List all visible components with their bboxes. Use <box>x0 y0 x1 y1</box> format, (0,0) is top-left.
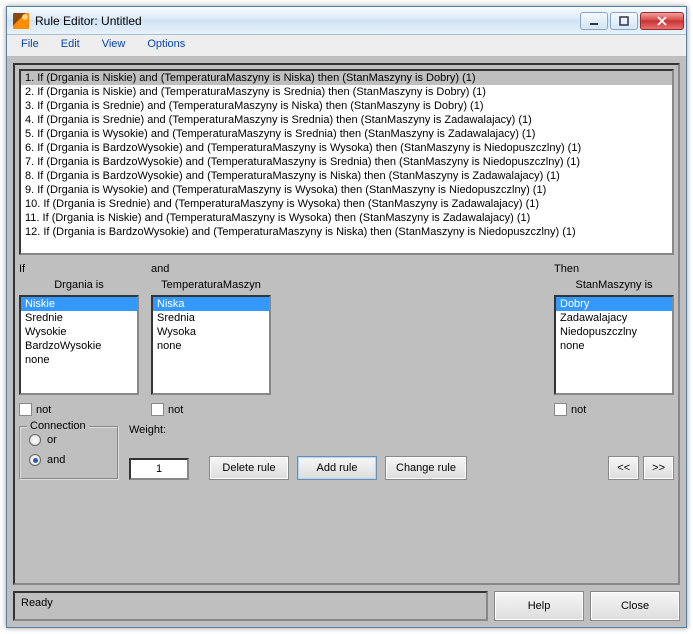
if-label: If <box>19 263 139 277</box>
maximize-icon <box>619 16 629 26</box>
maximize-button[interactable] <box>610 12 638 30</box>
client-area: 1. If (Drgania is Niskie) and (Temperatu… <box>7 57 686 627</box>
rule-item[interactable]: 12. If (Drgania is BardzoWysokie) and (T… <box>21 225 672 239</box>
then-label: Then <box>554 263 674 277</box>
connection-and-label: and <box>47 454 65 466</box>
weight-input[interactable]: 1 <box>129 458 189 480</box>
rule-item[interactable]: 4. If (Drgania is Srednie) and (Temperat… <box>21 113 672 127</box>
list-item[interactable]: none <box>21 353 137 367</box>
menu-edit[interactable]: Edit <box>51 35 90 56</box>
status-bar: Ready <box>13 591 488 621</box>
list-item[interactable]: BardzoWysokie <box>21 339 137 353</box>
window-title: Rule Editor: Untitled <box>35 14 580 28</box>
rule-item[interactable]: 11. If (Drgania is Niskie) and (Temperat… <box>21 211 672 225</box>
connection-and-radio[interactable] <box>29 454 41 466</box>
rule-item[interactable]: 6. If (Drgania is BardzoWysokie) and (Te… <box>21 141 672 155</box>
list-item[interactable]: Niedopuszczlny <box>556 325 672 339</box>
controls-row: Connection or and Weight: 1 Delete rul <box>19 424 674 480</box>
input2-not-label: not <box>168 404 183 416</box>
output-not-checkbox[interactable] <box>554 403 567 416</box>
connection-group: Connection or and <box>19 426 119 480</box>
builder-spacer <box>283 263 542 416</box>
list-item[interactable]: Wysokie <box>21 325 137 339</box>
output-label: StanMaszyny is <box>554 279 674 293</box>
input1-not-checkbox[interactable] <box>19 403 32 416</box>
minimize-icon <box>589 16 599 26</box>
weight-label: Weight: <box>129 424 199 436</box>
rule-item[interactable]: 5. If (Drgania is Wysokie) and (Temperat… <box>21 127 672 141</box>
output-not-label: not <box>571 404 586 416</box>
list-item[interactable]: Dobry <box>556 297 672 311</box>
window-frame: Rule Editor: Untitled File Edit View Opt… <box>6 6 687 628</box>
next-rule-button[interactable]: >> <box>643 456 674 480</box>
output-column: Then StanMaszyny is DobryZadawalajacyNie… <box>554 263 674 416</box>
rule-item[interactable]: 3. If (Drgania is Srednie) and (Temperat… <box>21 99 672 113</box>
rule-item[interactable]: 2. If (Drgania is Niskie) and (Temperatu… <box>21 85 672 99</box>
window-buttons <box>580 12 684 30</box>
output-listbox[interactable]: DobryZadawalajacyNiedopuszczlnynone <box>556 297 672 393</box>
input1-not-label: not <box>36 404 51 416</box>
rules-list-wrap: 1. If (Drgania is Niskie) and (Temperatu… <box>19 69 674 255</box>
minimize-button[interactable] <box>580 12 608 30</box>
weight-column: Weight: 1 <box>129 424 199 480</box>
menu-view[interactable]: View <box>92 35 136 56</box>
close-icon <box>657 16 667 26</box>
and-label: and <box>151 263 271 277</box>
rules-list[interactable]: 1. If (Drgania is Niskie) and (Temperatu… <box>21 71 672 253</box>
list-item[interactable]: Niskie <box>21 297 137 311</box>
list-item[interactable]: Niska <box>153 297 269 311</box>
rule-item[interactable]: 10. If (Drgania is Srednie) and (Tempera… <box>21 197 672 211</box>
menubar: File Edit View Options <box>7 35 686 57</box>
nav-buttons: << >> <box>608 456 674 480</box>
rule-item[interactable]: 1. If (Drgania is Niskie) and (Temperatu… <box>21 71 672 85</box>
delete-rule-button[interactable]: Delete rule <box>209 456 289 480</box>
connection-or-label: or <box>47 434 57 446</box>
rule-item[interactable]: 7. If (Drgania is BardzoWysokie) and (Te… <box>21 155 672 169</box>
input1-listbox-wrap: NiskieSrednieWysokieBardzoWysokienone <box>19 295 139 395</box>
list-item[interactable]: Zadawalajacy <box>556 311 672 325</box>
connection-legend: Connection <box>27 420 89 432</box>
list-item[interactable]: none <box>153 339 269 353</box>
titlebar[interactable]: Rule Editor: Untitled <box>7 7 686 35</box>
input1-column: If Drgania is NiskieSrednieWysokieBardzo… <box>19 263 139 416</box>
prev-rule-button[interactable]: << <box>608 456 639 480</box>
rule-buttons: Delete rule Add rule Change rule <box>209 456 467 480</box>
close-window-button[interactable] <box>640 12 684 30</box>
connection-or-radio[interactable] <box>29 434 41 446</box>
input2-listbox[interactable]: NiskaSredniaWysokanone <box>153 297 269 393</box>
add-rule-button[interactable]: Add rule <box>297 456 377 480</box>
app-icon <box>13 13 29 29</box>
close-button[interactable]: Close <box>590 591 680 621</box>
input1-listbox[interactable]: NiskieSrednieWysokieBardzoWysokienone <box>21 297 137 393</box>
menu-options[interactable]: Options <box>137 35 195 56</box>
main-panel: 1. If (Drgania is Niskie) and (Temperatu… <box>13 63 680 585</box>
help-button[interactable]: Help <box>494 591 584 621</box>
input2-not-checkbox[interactable] <box>151 403 164 416</box>
input1-label: Drgania is <box>19 279 139 293</box>
output-listbox-wrap: DobryZadawalajacyNiedopuszczlnynone <box>554 295 674 395</box>
input2-listbox-wrap: NiskaSredniaWysokanone <box>151 295 271 395</box>
rule-builder: If Drgania is NiskieSrednieWysokieBardzo… <box>19 263 674 416</box>
change-rule-button[interactable]: Change rule <box>385 456 467 480</box>
rule-item[interactable]: 9. If (Drgania is Wysokie) and (Temperat… <box>21 183 672 197</box>
menu-file[interactable]: File <box>11 35 49 56</box>
list-item[interactable]: Srednie <box>21 311 137 325</box>
list-item[interactable]: none <box>556 339 672 353</box>
footer: Ready Help Close <box>13 591 680 621</box>
list-item[interactable]: Wysoka <box>153 325 269 339</box>
input2-column: and TemperaturaMaszyn NiskaSredniaWysoka… <box>151 263 271 416</box>
input2-label: TemperaturaMaszyn <box>151 279 271 293</box>
rule-item[interactable]: 8. If (Drgania is BardzoWysokie) and (Te… <box>21 169 672 183</box>
list-item[interactable]: Srednia <box>153 311 269 325</box>
